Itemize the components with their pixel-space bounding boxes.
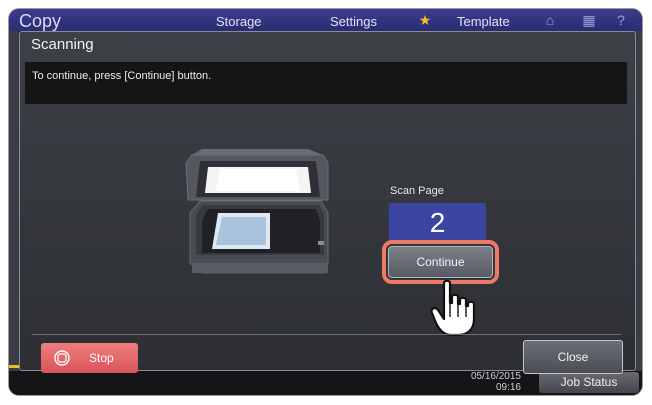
continue-button[interactable]: Continue bbox=[388, 246, 493, 278]
app-header: Copy Storage Settings ★ Template ⌂ ▦ ? bbox=[9, 9, 642, 31]
scan-page-count: 2 bbox=[389, 203, 486, 243]
tab-settings[interactable]: Settings bbox=[330, 14, 377, 29]
device-screen: Copy Storage Settings ★ Template ⌂ ▦ ? 0… bbox=[9, 9, 642, 395]
stop-button[interactable]: Stop bbox=[41, 343, 138, 373]
app-title: Copy bbox=[19, 11, 62, 31]
background-accent bbox=[9, 365, 19, 368]
grid-icon[interactable]: ▦ bbox=[581, 12, 597, 28]
footer-divider bbox=[32, 334, 621, 335]
home-icon[interactable]: ⌂ bbox=[542, 12, 558, 28]
scanning-dialog: Scanning To continue, press [Continue] b… bbox=[19, 31, 636, 374]
date-text: 05/16/2015 bbox=[470, 371, 521, 382]
stop-label: Stop bbox=[89, 351, 114, 365]
tab-storage[interactable]: Storage bbox=[216, 14, 262, 29]
job-status-button[interactable]: Job Status bbox=[539, 372, 639, 393]
stop-octagon-icon bbox=[54, 350, 70, 366]
close-button[interactable]: Close bbox=[523, 340, 623, 374]
dialog-title: Scanning bbox=[31, 36, 94, 53]
dialog-message: To continue, press [Continue] button. bbox=[32, 70, 212, 82]
hand-pointer-icon bbox=[430, 279, 476, 337]
star-icon: ★ bbox=[418, 12, 432, 28]
help-icon[interactable]: ? bbox=[613, 12, 629, 28]
message-bar: To continue, press [Continue] button. bbox=[25, 62, 627, 104]
background-panel-left bbox=[9, 31, 19, 371]
time-text: 09:16 bbox=[495, 382, 521, 393]
tab-template[interactable]: Template bbox=[457, 14, 510, 29]
scanner-icon bbox=[185, 149, 329, 274]
date-time: 05/16/2015 09:16 bbox=[461, 371, 521, 393]
scan-page-label: Scan Page bbox=[390, 185, 444, 197]
